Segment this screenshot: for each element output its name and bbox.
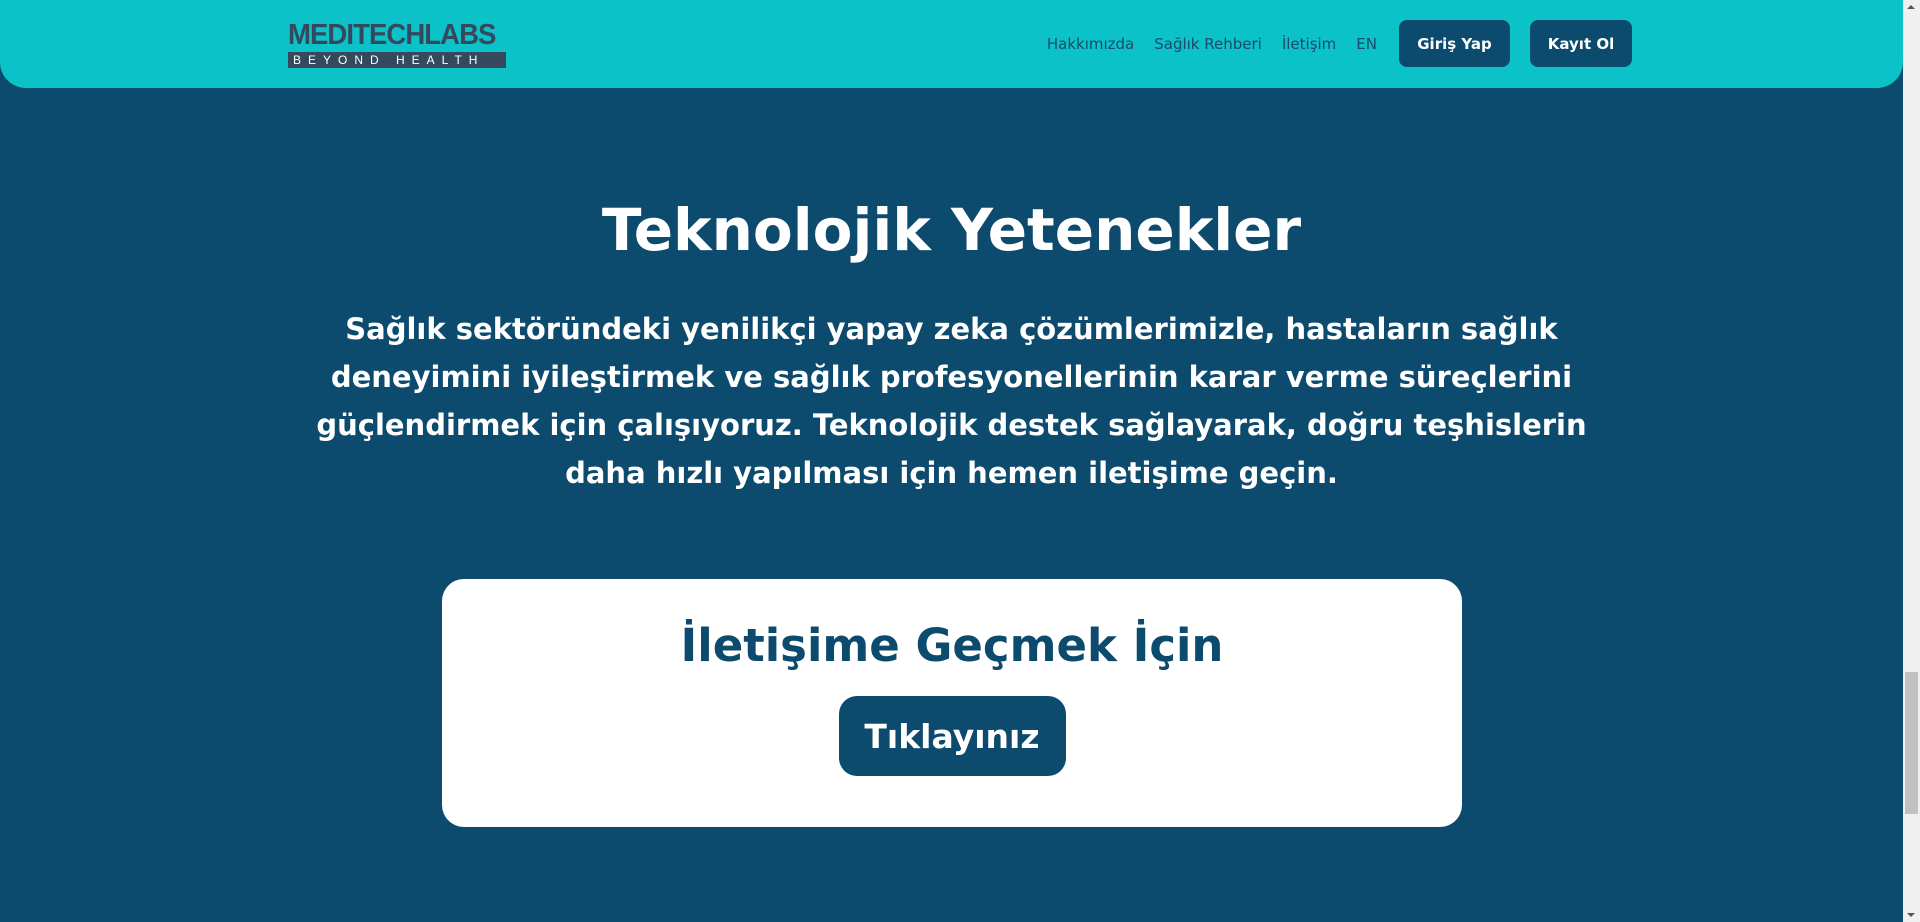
nav-health-guide[interactable]: Sağlık Rehberi — [1154, 35, 1262, 53]
login-button[interactable]: Giriş Yap — [1399, 20, 1510, 67]
nav: Hakkımızda Sağlık Rehberi İletişim EN Gi… — [1047, 20, 1632, 67]
logo[interactable]: MEDITECHLABS BEYOND HEALTH — [288, 20, 506, 68]
logo-tagline: BEYOND HEALTH — [288, 52, 506, 68]
click-here-button[interactable]: Tıklayınız — [838, 696, 1066, 776]
scroll-up-icon[interactable] — [1907, 5, 1915, 9]
description: Sağlık sektöründeki yenilikçi yapay zeka… — [316, 312, 1587, 490]
scrollbar[interactable] — [1903, 0, 1920, 922]
nav-about[interactable]: Hakkımızda — [1047, 35, 1134, 53]
scroll-down-icon[interactable] — [1907, 913, 1915, 917]
register-button[interactable]: Kayıt Ol — [1530, 20, 1632, 67]
header: MEDITECHLABS BEYOND HEALTH Hakkımızda Sa… — [0, 0, 1903, 88]
nav-contact[interactable]: İletişim — [1282, 35, 1336, 53]
contact-card: İletişime Geçmek İçin Tıklayınız — [442, 579, 1462, 827]
card-title: İletişime Geçmek İçin — [680, 619, 1224, 672]
nav-language[interactable]: EN — [1356, 35, 1377, 53]
logo-main: MEDITECHLABS — [288, 19, 496, 51]
page-title: Teknolojik Yetenekler — [601, 196, 1302, 264]
scrollbar-thumb[interactable] — [1905, 672, 1918, 814]
